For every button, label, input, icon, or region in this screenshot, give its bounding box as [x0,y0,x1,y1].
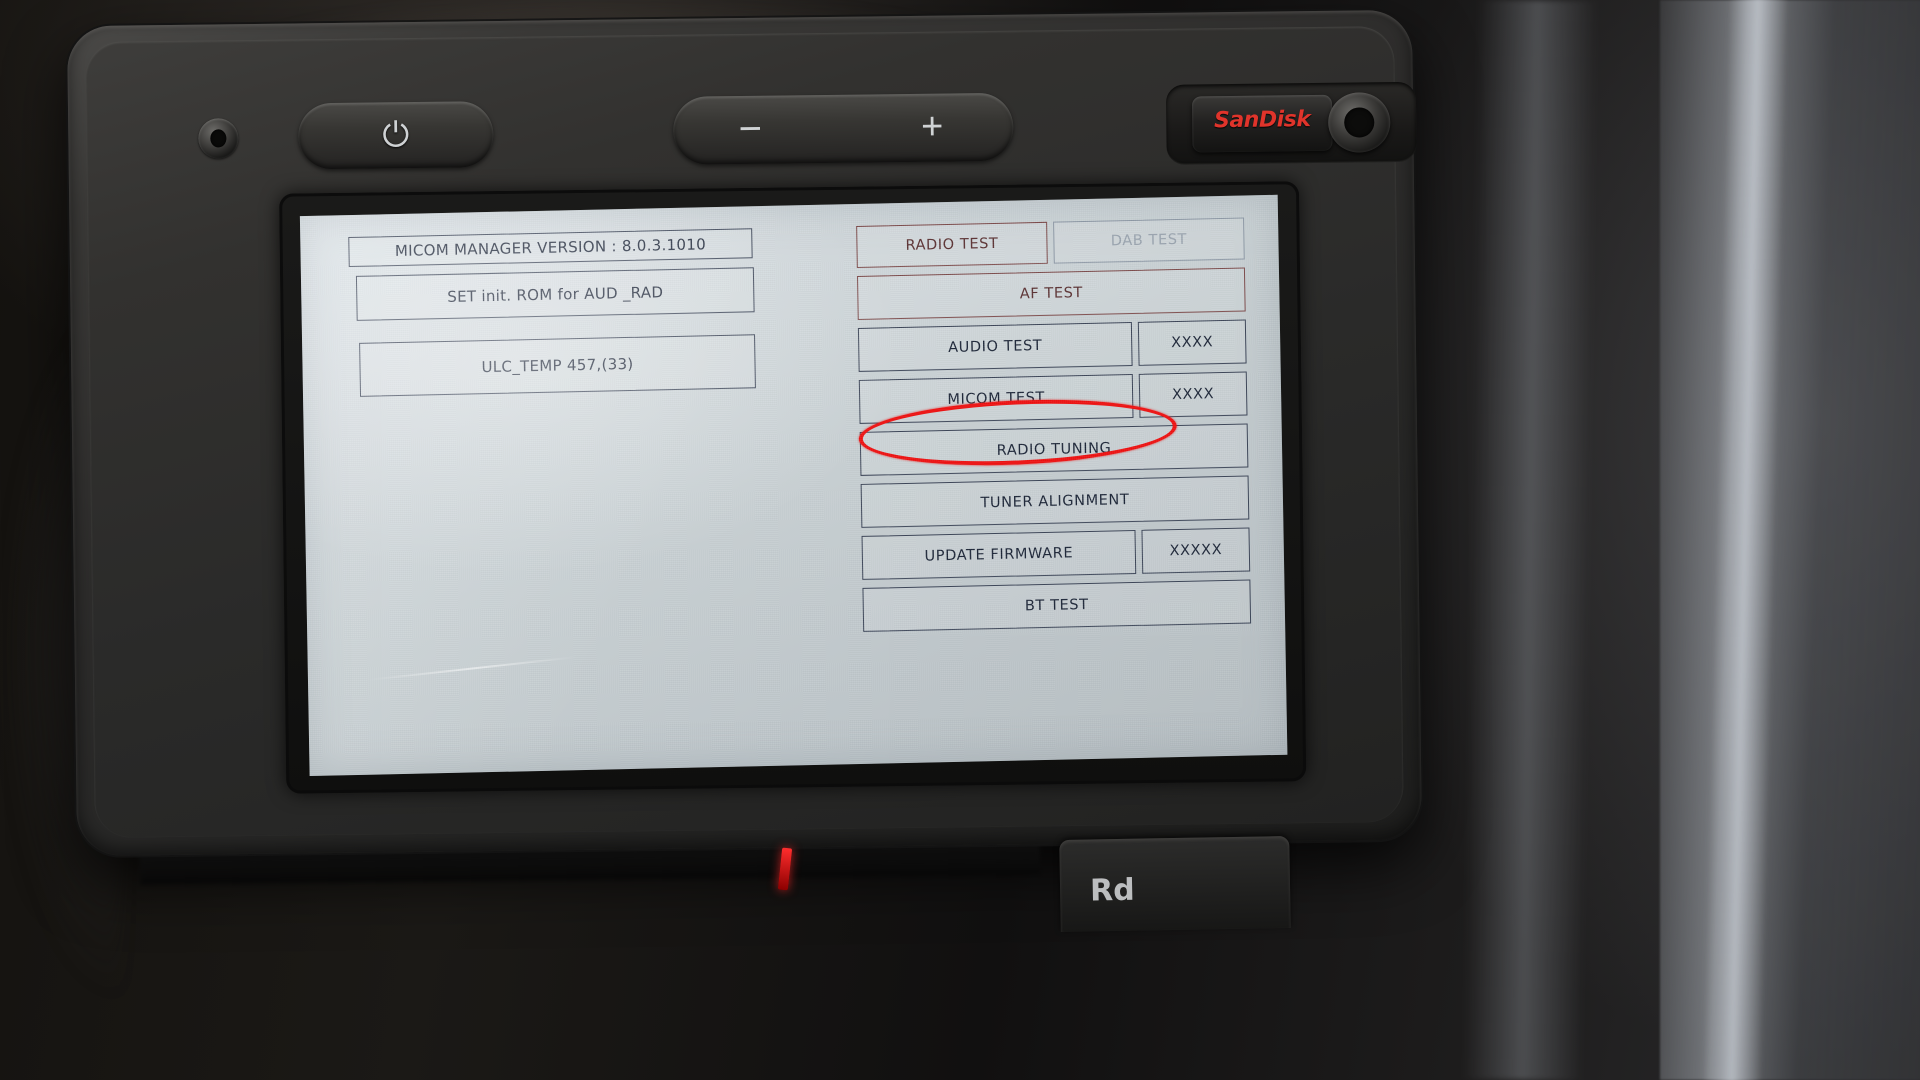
lower-accessory-panel: Rd [1059,836,1291,932]
reset-pinhole-icon[interactable] [198,118,239,159]
hardware-control-bar: ⏻ − + SanDisk [120,68,1417,193]
button-row-tuner-alignment: TUNER ALIGNMENT [860,475,1250,528]
volume-rocker[interactable]: − + [672,92,1014,165]
power-button[interactable]: ⏻ [297,101,494,170]
field-audio-test-value[interactable]: XXXX [1137,319,1247,366]
side-window-glare [1660,0,1920,1080]
button-radio-test[interactable]: RADIO TEST [856,221,1048,268]
power-icon: ⏻ [382,116,410,155]
button-af-test[interactable]: AF TEST [856,267,1246,320]
sandisk-logo: SanDisk [1213,107,1311,134]
info-ulc-temp: ULC_TEMP 457,(33) [359,334,756,397]
window-edge-reflection [1462,0,1598,1080]
button-update-firmware[interactable]: UPDATE FIRMWARE [861,529,1137,580]
button-row-update-firmware: UPDATE FIRMWARE XXXXX [861,527,1251,580]
field-update-firmware-value[interactable]: XXXXX [1141,527,1251,574]
volume-up-icon[interactable]: + [909,93,956,162]
button-audio-test[interactable]: AUDIO TEST [857,321,1133,372]
button-row-af: AF TEST [856,267,1246,320]
screenshot-root: ⏻ − + SanDisk MICOM MANAGER VERSION : 8.… [0,0,1920,1080]
service-menu: MICOM MANAGER VERSION : 8.0.3.1010 SET i… [300,195,1288,776]
button-dab-test[interactable]: DAB TEST [1053,217,1245,264]
screen-scratch [368,656,578,681]
lcd-screen[interactable]: MICOM MANAGER VERSION : 8.0.3.1010 SET i… [299,194,1288,777]
head-unit-bezel: ⏻ − + SanDisk MICOM MANAGER VERSION : 8.… [66,9,1423,857]
info-panel: MICOM MANAGER VERSION : 8.0.3.1010 SET i… [348,228,761,397]
button-bt-test[interactable]: BT TEST [862,579,1252,632]
lcd-screen-frame: MICOM MANAGER VERSION : 8.0.3.1010 SET i… [279,181,1307,794]
info-micom-manager-version: MICOM MANAGER VERSION : 8.0.3.1010 [348,228,753,268]
button-row-radio-dab: RADIO TEST DAB TEST [856,217,1245,268]
volume-down-icon[interactable]: − [727,96,774,165]
button-row-audio: AUDIO TEST XXXX [857,319,1247,372]
lower-accessory-label: Rd [1089,872,1135,909]
usb-flash-drive[interactable]: SanDisk [1191,94,1333,153]
button-tuner-alignment[interactable]: TUNER ALIGNMENT [860,475,1250,528]
button-row-bt: BT TEST [862,579,1252,632]
info-set-init-rom: SET init. ROM for AUD _RAD [355,267,755,321]
